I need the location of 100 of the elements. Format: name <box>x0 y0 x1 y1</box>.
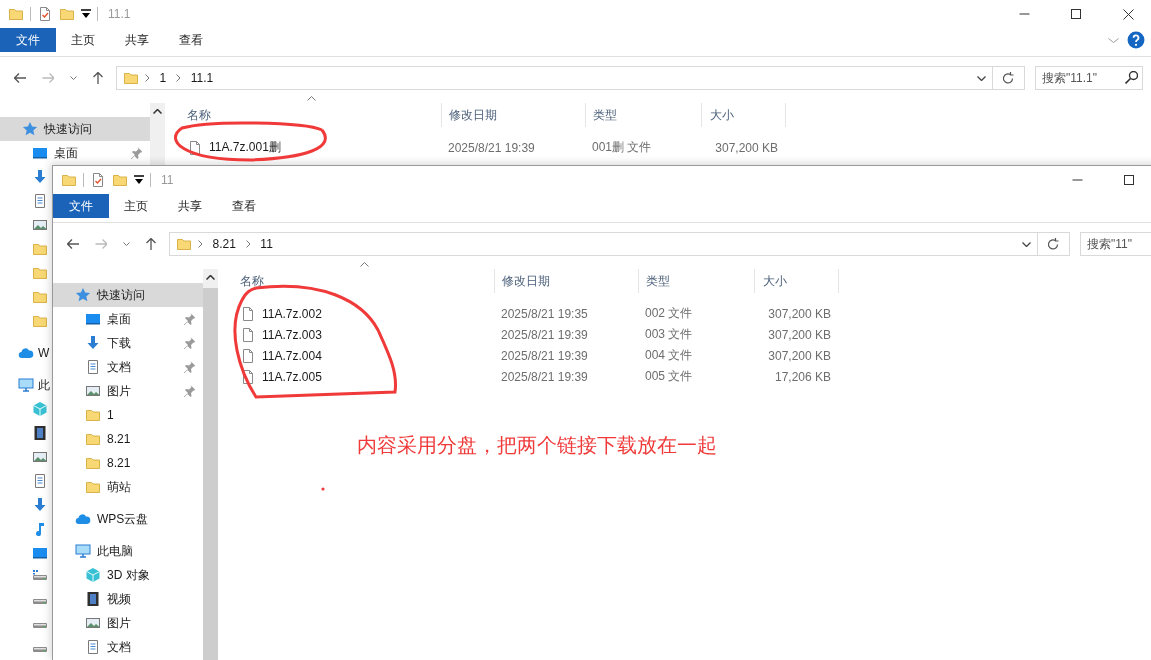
breadcrumb-item[interactable]: 8.21 <box>208 237 240 251</box>
sort-caret-icon <box>307 96 316 101</box>
computer-icon <box>75 543 91 559</box>
modified-date: 2025/8/21 19:39 <box>448 140 535 155</box>
sidebar-item[interactable]: 图片 <box>53 379 203 403</box>
picture-icon <box>32 449 48 465</box>
ribbon-tab[interactable]: 查看 <box>217 194 271 218</box>
picture-icon <box>32 217 48 233</box>
file-size: 307,200 KB <box>768 306 831 321</box>
sidebar-item[interactable]: 图片 <box>53 611 203 635</box>
window-title: 11.1 <box>108 7 131 21</box>
ribbon-tab[interactable]: 共享 <box>163 194 217 218</box>
column-header[interactable]: 类型 <box>638 269 754 293</box>
computer-icon <box>18 377 34 393</box>
download-arrow-icon <box>32 169 48 185</box>
back-arrow-icon <box>13 73 27 83</box>
sidebar-item[interactable]: 快速访问 <box>53 283 203 307</box>
search-field[interactable]: 搜索"11.1" <box>1035 66 1143 90</box>
picture-icon <box>85 615 101 631</box>
sidebar-item[interactable]: 萌站 <box>53 475 203 499</box>
column-header[interactable]: 修改日期 <box>441 103 585 127</box>
download-arrow-icon <box>85 335 101 351</box>
column-header[interactable]: 大小 <box>754 269 839 293</box>
column-header[interactable]: 名称 <box>165 103 441 127</box>
column-header[interactable]: 类型 <box>585 103 701 127</box>
breadcrumb-item[interactable]: 11 <box>256 237 277 251</box>
ribbon-tab[interactable]: 主页 <box>56 28 110 52</box>
folder-icon <box>59 6 75 22</box>
pin-icon <box>183 360 195 374</box>
dropdown-caret-icon <box>134 175 144 185</box>
sidebar-item[interactable]: 此 <box>0 373 50 397</box>
scrollbar[interactable] <box>203 269 218 660</box>
folder-icon <box>32 265 48 281</box>
file-name[interactable]: 11A.7z.004 <box>262 348 322 363</box>
file-menu-button[interactable]: 文件 <box>0 28 56 52</box>
file-name[interactable]: 11A.7z.002 <box>262 306 322 321</box>
dropdown-chevron-icon <box>977 75 986 81</box>
chevron-icon <box>198 240 203 248</box>
column-header[interactable]: 修改日期 <box>494 269 638 293</box>
help-icon <box>1127 31 1145 49</box>
file-name[interactable]: 11A.7z.001删 <box>209 139 281 156</box>
sidebar-item[interactable]: 下载 <box>53 331 203 355</box>
ribbon-tab[interactable]: 共享 <box>110 28 164 52</box>
file-name[interactable]: 11A.7z.005 <box>262 369 322 384</box>
ribbon-tab[interactable]: 主页 <box>109 194 163 218</box>
file-size: 307,200 KB <box>715 140 778 155</box>
file-menu-button[interactable]: 文件 <box>53 194 109 218</box>
sidebar-item[interactable]: WPS云盘 <box>53 507 203 531</box>
modified-date: 2025/8/21 19:39 <box>501 369 588 384</box>
sidebar-item[interactable]: 快速访问 <box>0 117 150 141</box>
file-size: 17,206 KB <box>774 369 831 384</box>
sidebar-item[interactable]: W <box>0 341 50 365</box>
file-type: 001删 文件 <box>592 139 652 156</box>
breadcrumb-item[interactable]: 1 <box>155 71 171 85</box>
up-arrow-icon <box>146 237 156 251</box>
address-bar[interactable]: 8.21 11 <box>169 232 1038 256</box>
maximize-icon <box>1071 9 1081 19</box>
sidebar-item[interactable]: 1 <box>53 403 203 427</box>
search-field[interactable]: 搜索"11" <box>1080 232 1151 256</box>
address-bar[interactable]: 1 11.1 <box>116 66 993 90</box>
dropdown-chevron-icon <box>1022 241 1031 247</box>
folder-icon <box>123 70 139 86</box>
film-icon <box>32 425 48 441</box>
annotation-note: 内容采用分盘，把两个链接下载放在一起 <box>357 433 717 458</box>
document-icon <box>32 193 48 209</box>
close-icon <box>1122 8 1134 20</box>
collapse-chevron-icon <box>1108 37 1119 43</box>
document-icon <box>85 639 101 655</box>
sidebar-item[interactable]: 8.21 <box>53 451 203 475</box>
breadcrumb-item[interactable]: 11.1 <box>186 71 218 85</box>
back-arrow-icon <box>66 239 80 249</box>
refresh-button[interactable] <box>993 66 1025 90</box>
folder-icon <box>8 6 24 22</box>
file-name[interactable]: 11A.7z.003 <box>262 327 322 342</box>
sidebar-item[interactable]: 桌面 <box>0 141 150 165</box>
document-icon <box>32 473 48 489</box>
download-arrow-icon <box>32 497 48 513</box>
sidebar-item[interactable]: 视频 <box>53 587 203 611</box>
column-header[interactable]: 名称 <box>218 269 494 293</box>
star-icon <box>22 121 38 137</box>
file-icon <box>240 347 256 364</box>
ribbon-tab[interactable]: 查看 <box>164 28 218 52</box>
sidebar-item[interactable]: 此电脑 <box>53 539 203 563</box>
sidebar-item[interactable]: 文档 <box>53 355 203 379</box>
desktop-icon <box>32 545 48 561</box>
forward-arrow-icon <box>41 73 55 83</box>
pin-icon <box>130 146 142 160</box>
chevron-icon <box>245 240 251 248</box>
file-icon <box>240 368 256 385</box>
sidebar-item[interactable]: 3D 对象 <box>53 563 203 587</box>
file-size: 307,200 KB <box>768 327 831 342</box>
scroll-up-caret-icon <box>153 109 162 114</box>
window-title: 11 <box>161 173 174 187</box>
maximize-icon <box>1124 175 1134 185</box>
sidebar-item[interactable]: 桌面 <box>53 307 203 331</box>
sidebar-item[interactable]: 文档 <box>53 635 203 659</box>
folder-icon <box>85 479 101 495</box>
sidebar-item[interactable]: 8.21 <box>53 427 203 451</box>
column-header[interactable]: 大小 <box>701 103 786 127</box>
refresh-button[interactable] <box>1038 232 1070 256</box>
